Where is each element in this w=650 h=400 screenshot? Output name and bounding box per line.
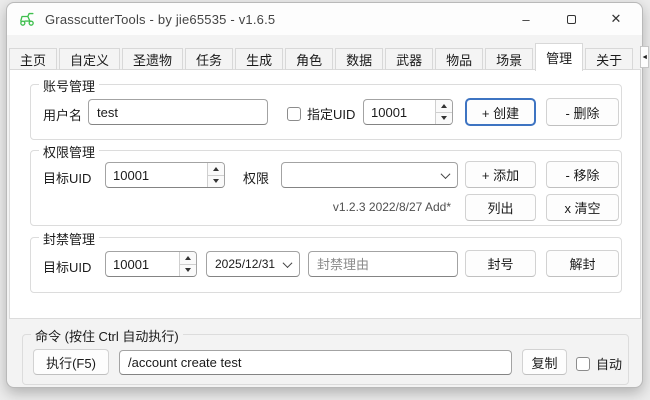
tab-strip: 主页 自定义 圣遗物 任务 生成 角色 数据 武器 物品 场景 管理 关于 ◄ … (9, 43, 640, 70)
unban-button[interactable]: 解封 (546, 250, 619, 277)
permission-select[interactable] (281, 162, 458, 188)
permission-uid-input[interactable] (106, 163, 207, 187)
spinner-down-button[interactable] (436, 112, 452, 125)
tab-artifact[interactable]: 圣遗物 (122, 48, 183, 70)
ban-button[interactable]: 封号 (465, 250, 536, 277)
tab-avatar[interactable]: 角色 (285, 48, 333, 70)
tab-about[interactable]: 关于 (585, 48, 633, 70)
window-controls: – ✕ (511, 3, 631, 35)
spinner-up-icon (213, 167, 219, 171)
tab-scroll-left-button[interactable]: ◄ (640, 46, 649, 68)
tab-management[interactable]: 管理 (535, 43, 583, 71)
window-title: GrasscutterTools - by jie65535 - v1.6.5 (45, 12, 275, 27)
command-group: 命令 (按住 Ctrl 自动执行) 执行(F5) 复制 自动 (22, 334, 629, 385)
run-command-button[interactable]: 执行(F5) (33, 349, 109, 375)
username-label: 用户名 (43, 105, 82, 124)
username-input[interactable] (88, 99, 268, 125)
command-input[interactable] (119, 350, 512, 375)
chevron-down-icon (441, 169, 451, 179)
ban-group: 封禁管理 目标UID 2025/12/31 封号 解封 (30, 237, 622, 293)
tab-scene[interactable]: 场景 (485, 48, 533, 70)
specify-uid-checkbox-row: 指定UID (287, 104, 355, 123)
ban-date-value: 2025/12/31 (215, 257, 284, 271)
tab-item[interactable]: 物品 (435, 48, 483, 70)
tab-quest[interactable]: 任务 (185, 48, 233, 70)
account-uid-input[interactable] (364, 100, 435, 124)
spinner-up-button[interactable] (208, 163, 224, 175)
tab-custom[interactable]: 自定义 (59, 48, 120, 70)
maximize-icon (567, 15, 576, 24)
spinner-buttons (207, 163, 224, 187)
spinner-down-icon (441, 116, 447, 120)
app-window: GrasscutterTools - by jie65535 - v1.6.5 … (6, 2, 643, 388)
ban-target-uid-label: 目标UID (43, 257, 91, 276)
tab-spawn[interactable]: 生成 (235, 48, 283, 70)
command-group-label: 命令 (按住 Ctrl 自动执行) (31, 326, 183, 345)
list-permission-button[interactable]: 列出 (465, 194, 536, 221)
spinner-up-button[interactable] (180, 252, 196, 264)
arrow-left-icon: ◄ (641, 54, 648, 61)
spinner-buttons (435, 100, 452, 124)
copy-command-button[interactable]: 复制 (522, 349, 567, 375)
clear-permission-button[interactable]: x 清空 (546, 194, 619, 221)
ban-group-label: 封禁管理 (39, 229, 99, 248)
account-group-label: 账号管理 (39, 76, 99, 95)
auto-checkbox-row: 自动 (576, 354, 622, 373)
spinner-up-icon (185, 256, 191, 260)
spinner-down-icon (213, 179, 219, 183)
add-permission-button[interactable]: + 添加 (465, 161, 536, 188)
tab-home[interactable]: 主页 (9, 48, 57, 70)
remove-permission-button[interactable]: - 移除 (546, 161, 619, 188)
permission-label: 权限 (243, 168, 269, 187)
tab-data[interactable]: 数据 (335, 48, 383, 70)
permission-group: 权限管理 目标UID 权限 + 添加 - 移除 v1.2.3 2022/8/27… (30, 150, 622, 226)
management-tab-page: 账号管理 用户名 指定UID + 创建 - 删除 权限管理 目标UID (9, 69, 641, 319)
maximize-button[interactable] (556, 3, 586, 35)
close-icon: ✕ (611, 11, 622, 27)
auto-label: 自动 (596, 354, 622, 373)
title-bar: GrasscutterTools - by jie65535 - v1.6.5 … (7, 3, 642, 35)
chevron-down-icon (283, 258, 293, 268)
auto-checkbox[interactable] (576, 357, 590, 371)
permission-target-uid-label: 目标UID (43, 168, 91, 187)
ban-reason-input[interactable] (308, 251, 458, 277)
account-group: 账号管理 用户名 指定UID + 创建 - 删除 (30, 84, 622, 140)
delete-account-button[interactable]: - 删除 (546, 98, 619, 126)
specify-uid-label: 指定UID (307, 104, 355, 123)
minimize-icon: – (522, 12, 529, 27)
close-button[interactable]: ✕ (601, 3, 631, 35)
spinner-up-button[interactable] (436, 100, 452, 112)
account-uid-spinner (363, 99, 453, 125)
version-note: v1.2.3 2022/8/27 Add* (333, 200, 451, 214)
spinner-buttons (179, 252, 196, 276)
spinner-down-button[interactable] (180, 264, 196, 277)
ban-date-select[interactable]: 2025/12/31 (206, 251, 300, 277)
permission-group-label: 权限管理 (39, 142, 99, 161)
ban-uid-input[interactable] (106, 252, 179, 276)
app-logo-icon (17, 9, 37, 29)
tab-weapon[interactable]: 武器 (385, 48, 433, 70)
create-account-button[interactable]: + 创建 (465, 98, 536, 126)
minimize-button[interactable]: – (511, 3, 541, 35)
spinner-up-icon (441, 104, 447, 108)
specify-uid-checkbox[interactable] (287, 107, 301, 121)
spinner-down-button[interactable] (208, 175, 224, 188)
ban-uid-spinner (105, 251, 197, 277)
spinner-down-icon (185, 268, 191, 272)
permission-uid-spinner (105, 162, 225, 188)
